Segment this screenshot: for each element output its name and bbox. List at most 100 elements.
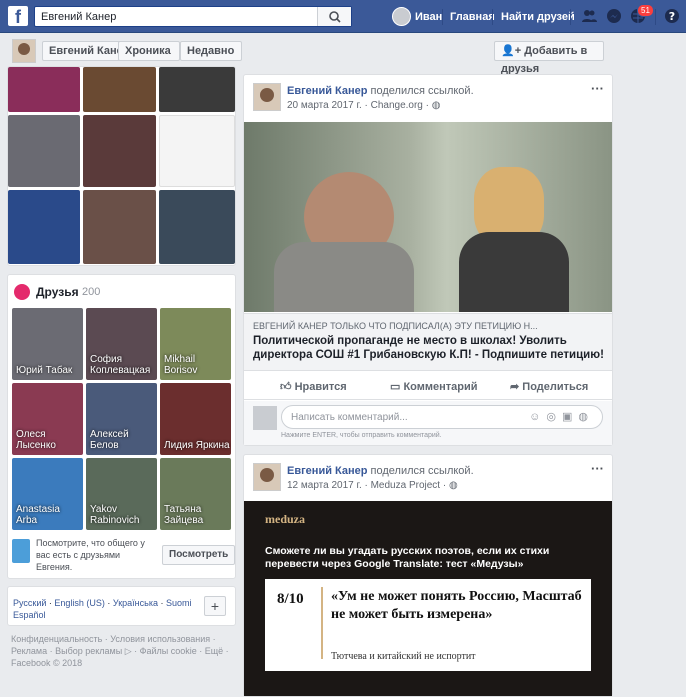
friend-name[interactable]: Алексей Белов: [90, 429, 157, 451]
messenger-icon[interactable]: [606, 8, 622, 24]
photo-thumbnail[interactable]: [159, 190, 235, 264]
user-avatar[interactable]: [392, 7, 411, 26]
friend-tile[interactable]: Mikhail Borisov: [160, 308, 231, 380]
facebook-logo-icon[interactable]: f: [8, 6, 28, 27]
language-link[interactable]: English (US): [54, 598, 105, 608]
common-friends-icon: [12, 539, 30, 563]
link-preview-text[interactable]: ЕВГЕНИЙ КАНЕР ТОЛЬКО ЧТО ПОДПИСАЛ(А) ЭТУ…: [244, 313, 612, 371]
photos-card: [7, 66, 236, 266]
footer-line[interactable]: Реклама · Выбор рекламы ▷ · Файлы cookie…: [11, 645, 236, 657]
post-header: Евгений Канер поделился ссылкой.: [287, 465, 474, 477]
friend-name[interactable]: Anastasia Arba: [16, 504, 83, 526]
post-action-text: поделился ссылкой.: [370, 85, 474, 97]
post-meta: 12 марта 2017 г. · Meduza Project · ◍: [287, 480, 458, 491]
common-friends-prompt: Посмотрите, что общего у вас есть с друз…: [36, 538, 145, 572]
footer-links: Конфиденциальность · Условия использован…: [11, 633, 236, 669]
languages-card: Русский · English (US) · Українська · Su…: [7, 586, 236, 626]
friends-icon: [14, 284, 30, 300]
quiz-score: 8/10: [277, 591, 304, 607]
post-actions: 👍︎ Нравится ▭ Комментарий ➦ Поделиться: [244, 372, 612, 400]
photo-thumbnail[interactable]: [159, 67, 235, 112]
more-options-icon[interactable]: ···: [591, 81, 604, 96]
friend-tile[interactable]: Anastasia Arba: [12, 458, 83, 530]
post-meta: 20 марта 2017 г. · Change.org · ◍: [287, 100, 441, 111]
friends-title[interactable]: Друзья: [36, 285, 79, 299]
link-caption: ЕВГЕНИЙ КАНЕР ТОЛЬКО ЧТО ПОДПИСАЛ(А) ЭТУ…: [253, 321, 538, 331]
friends-count: 200: [82, 286, 101, 298]
nav-find-friends-link[interactable]: Найти друзей: [501, 11, 575, 23]
friend-tile[interactable]: Юрий Табак: [12, 308, 83, 380]
post-date-source[interactable]: 12 марта 2017 г. · Meduza Project ·: [287, 480, 446, 491]
photo-thumbnail[interactable]: [83, 115, 156, 187]
quiz-card: 8/10 «Ум не может понять Россию, Масштаб…: [265, 579, 591, 671]
comment-input[interactable]: Написать комментарий... ☺◎▣◍: [281, 405, 603, 429]
profile-avatar[interactable]: [12, 39, 36, 63]
friend-tile[interactable]: Олеся Лысенко: [12, 383, 83, 455]
like-button[interactable]: 👍︎ Нравится: [280, 380, 347, 393]
post-date-source[interactable]: 20 марта 2017 г. · Change.org ·: [287, 100, 429, 111]
friend-requests-icon[interactable]: [581, 8, 597, 24]
recent-dropdown-label: Недавно: [187, 45, 235, 57]
language-link[interactable]: Русский: [13, 598, 46, 608]
friend-tile[interactable]: София Коплевацкая: [86, 308, 157, 380]
nav-user-link[interactable]: Иван: [415, 11, 442, 23]
post-author-avatar[interactable]: [253, 463, 281, 491]
friend-tile[interactable]: Yakov Rabinovich: [86, 458, 157, 530]
more-options-icon[interactable]: ···: [591, 461, 604, 476]
friends-card: Друзья 200 Юрий Табак София Коплевацкая Mi…: [7, 274, 236, 579]
post-author-link[interactable]: Евгений Канер: [287, 465, 367, 477]
friend-name[interactable]: Олеся Лысенко: [16, 429, 83, 451]
friend-name[interactable]: Лидия Яркина: [164, 440, 230, 451]
comment-button[interactable]: ▭ Комментарий: [390, 380, 478, 393]
friend-tile[interactable]: Татьяна Зайцева: [160, 458, 231, 530]
meduza-brand: meduza: [265, 512, 305, 526]
quiz-subtitle: Тютчева и китайский не испортит: [331, 651, 476, 662]
post-author-avatar[interactable]: [253, 83, 281, 111]
comment-tools-icon[interactable]: ☺◎▣◍: [529, 410, 594, 423]
comment-hint: Нажмите ENTER, чтобы отправить комментар…: [281, 432, 442, 439]
link-preview-image[interactable]: [244, 122, 612, 312]
public-globe-icon: ◍: [431, 100, 441, 111]
friend-name[interactable]: Mikhail Borisov: [164, 354, 231, 376]
comment-input-placeholder: Написать комментарий...: [291, 412, 408, 423]
link-preview-image[interactable]: meduza Сможете ли вы угадать русских поэ…: [244, 501, 612, 696]
right-empty-panel: [618, 33, 686, 697]
add-friend-button[interactable]: 👤+ Добавить в друзья: [494, 41, 604, 75]
post-header: Евгений Канер поделился ссылкой.: [287, 85, 474, 97]
recent-dropdown[interactable]: Недавно ▾: [180, 41, 242, 75]
friend-tile[interactable]: Лидия Яркина: [160, 383, 231, 455]
view-common-button[interactable]: Посмотреть: [162, 545, 236, 565]
language-link[interactable]: Suomi: [166, 598, 192, 608]
top-navigation-bar: f Евгений Канер Иван Главная Найти друзе…: [0, 0, 686, 33]
link-title: Политической пропаганде не место в школа…: [253, 335, 604, 361]
post-author-link[interactable]: Евгений Канер: [287, 85, 367, 97]
like-label: Нравится: [294, 381, 347, 393]
add-language-button[interactable]: +: [204, 596, 226, 616]
share-button[interactable]: ➦ Поделиться: [510, 380, 588, 393]
language-link[interactable]: Українська: [113, 598, 158, 608]
friend-name[interactable]: София Коплевацкая: [90, 354, 157, 376]
search-input-value: Евгений Канер: [41, 11, 117, 23]
search-icon: [329, 11, 341, 23]
photo-thumbnail[interactable]: [8, 67, 80, 112]
photo-thumbnail-document[interactable]: [159, 115, 235, 187]
footer-line[interactable]: Конфиденциальность · Условия использован…: [11, 633, 236, 645]
comment-area: Написать комментарий... ☺◎▣◍ Нажмите ENT…: [244, 401, 612, 445]
nav-separator: [492, 9, 493, 25]
friend-name[interactable]: Юрий Табак: [16, 365, 72, 376]
search-button[interactable]: [317, 7, 351, 26]
photo-thumbnail[interactable]: [8, 190, 80, 264]
nav-home-link[interactable]: Главная: [450, 11, 495, 23]
friend-name[interactable]: Татьяна Зайцева: [164, 504, 231, 526]
friend-tile[interactable]: Алексей Белов: [86, 383, 157, 455]
photo-thumbnail[interactable]: [8, 115, 80, 187]
photo-thumbnail[interactable]: [83, 190, 156, 264]
language-link[interactable]: Español: [13, 610, 46, 620]
help-icon[interactable]: ?: [664, 8, 680, 24]
friend-name[interactable]: Yakov Rabinovich: [90, 504, 157, 526]
commenter-avatar: [253, 406, 277, 430]
timeline-dropdown[interactable]: Хроника ▾: [118, 41, 180, 75]
public-globe-icon: ◍: [448, 480, 458, 491]
photo-thumbnail[interactable]: [83, 67, 156, 112]
search-input[interactable]: Евгений Канер: [34, 6, 352, 27]
